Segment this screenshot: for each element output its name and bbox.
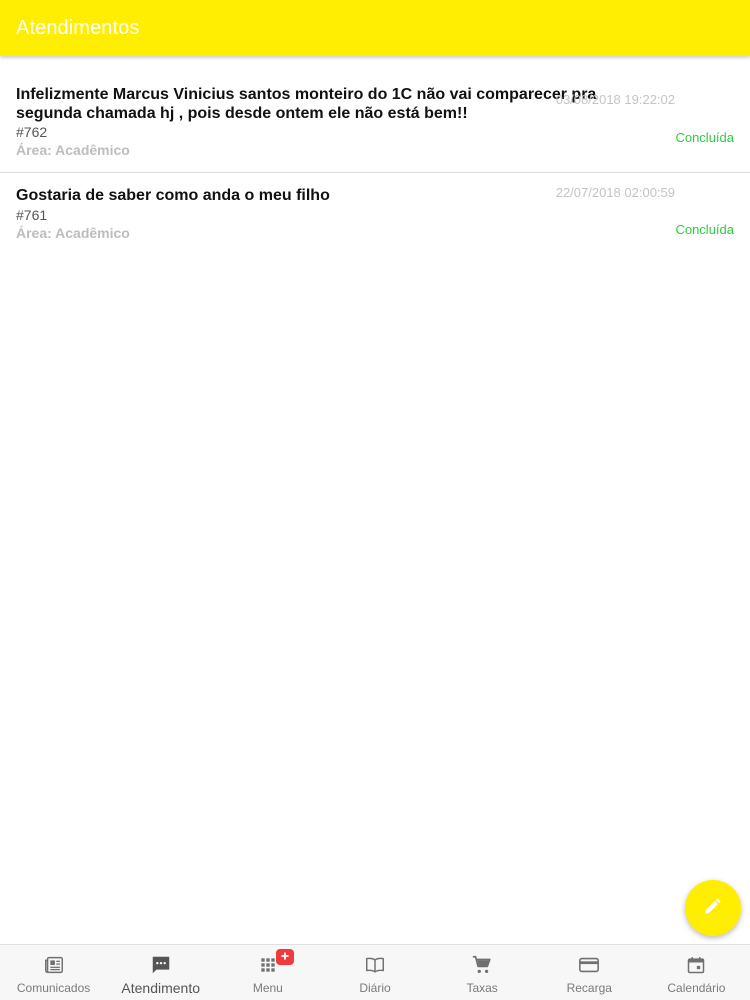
newspaper-icon bbox=[43, 954, 65, 976]
cart-icon bbox=[471, 954, 493, 976]
ticket-title: Gostaria de saber como anda o meu filho bbox=[16, 187, 330, 204]
new-ticket-button[interactable] bbox=[685, 880, 741, 936]
nav-item-comunicados[interactable]: Comunicados bbox=[0, 945, 107, 1000]
ticket-date: 03/08/2018 19:22:02 bbox=[555, 92, 675, 107]
nav-label: Atendimento bbox=[121, 980, 201, 996]
ticket-area: Área: Acadêmico bbox=[16, 142, 130, 158]
bottom-nav: Comunicados Atendimento Menu Diário Taxa… bbox=[0, 944, 750, 1000]
book-icon bbox=[364, 954, 386, 976]
app-bar: Atendimentos bbox=[0, 0, 750, 56]
nav-label: Taxas bbox=[466, 981, 498, 995]
nav-label: Diário bbox=[359, 981, 391, 995]
notification-badge bbox=[276, 948, 295, 966]
status-badge: Concluída bbox=[675, 130, 734, 145]
chat-icon bbox=[150, 954, 172, 976]
ticket-item[interactable]: Infelizmente Marcus Vinicius santos mont… bbox=[0, 56, 750, 173]
nav-label: Comunicados bbox=[16, 981, 91, 995]
ticket-number: #762 bbox=[16, 124, 48, 140]
credit-card-icon bbox=[578, 954, 600, 976]
nav-item-menu[interactable]: Menu bbox=[214, 945, 321, 1000]
nav-item-recarga[interactable]: Recarga bbox=[536, 945, 643, 1000]
ticket-date: 22/07/2018 02:00:59 bbox=[555, 185, 675, 200]
nav-label: Menu bbox=[252, 981, 283, 995]
calendar-icon bbox=[685, 954, 707, 976]
ticket-list: Infelizmente Marcus Vinicius santos mont… bbox=[0, 56, 750, 258]
page-title: Atendimentos bbox=[16, 16, 140, 39]
nav-item-atendimento[interactable]: Atendimento bbox=[107, 945, 214, 1000]
nav-item-taxas[interactable]: Taxas bbox=[429, 945, 536, 1000]
ticket-title: Infelizmente Marcus Vinicius santos mont… bbox=[16, 86, 597, 122]
pencil-icon bbox=[703, 896, 723, 921]
plus-icon bbox=[280, 948, 290, 966]
nav-item-calendario[interactable]: Calendário bbox=[643, 945, 750, 1000]
nav-label: Calendário bbox=[667, 981, 726, 995]
ticket-area: Área: Acadêmico bbox=[16, 225, 130, 241]
ticket-item[interactable]: Gostaria de saber como anda o meu filho … bbox=[0, 173, 750, 258]
nav-item-diario[interactable]: Diário bbox=[321, 945, 428, 1000]
status-badge: Concluída bbox=[675, 222, 734, 237]
ticket-number: #761 bbox=[16, 207, 48, 223]
nav-label: Recarga bbox=[566, 981, 612, 995]
